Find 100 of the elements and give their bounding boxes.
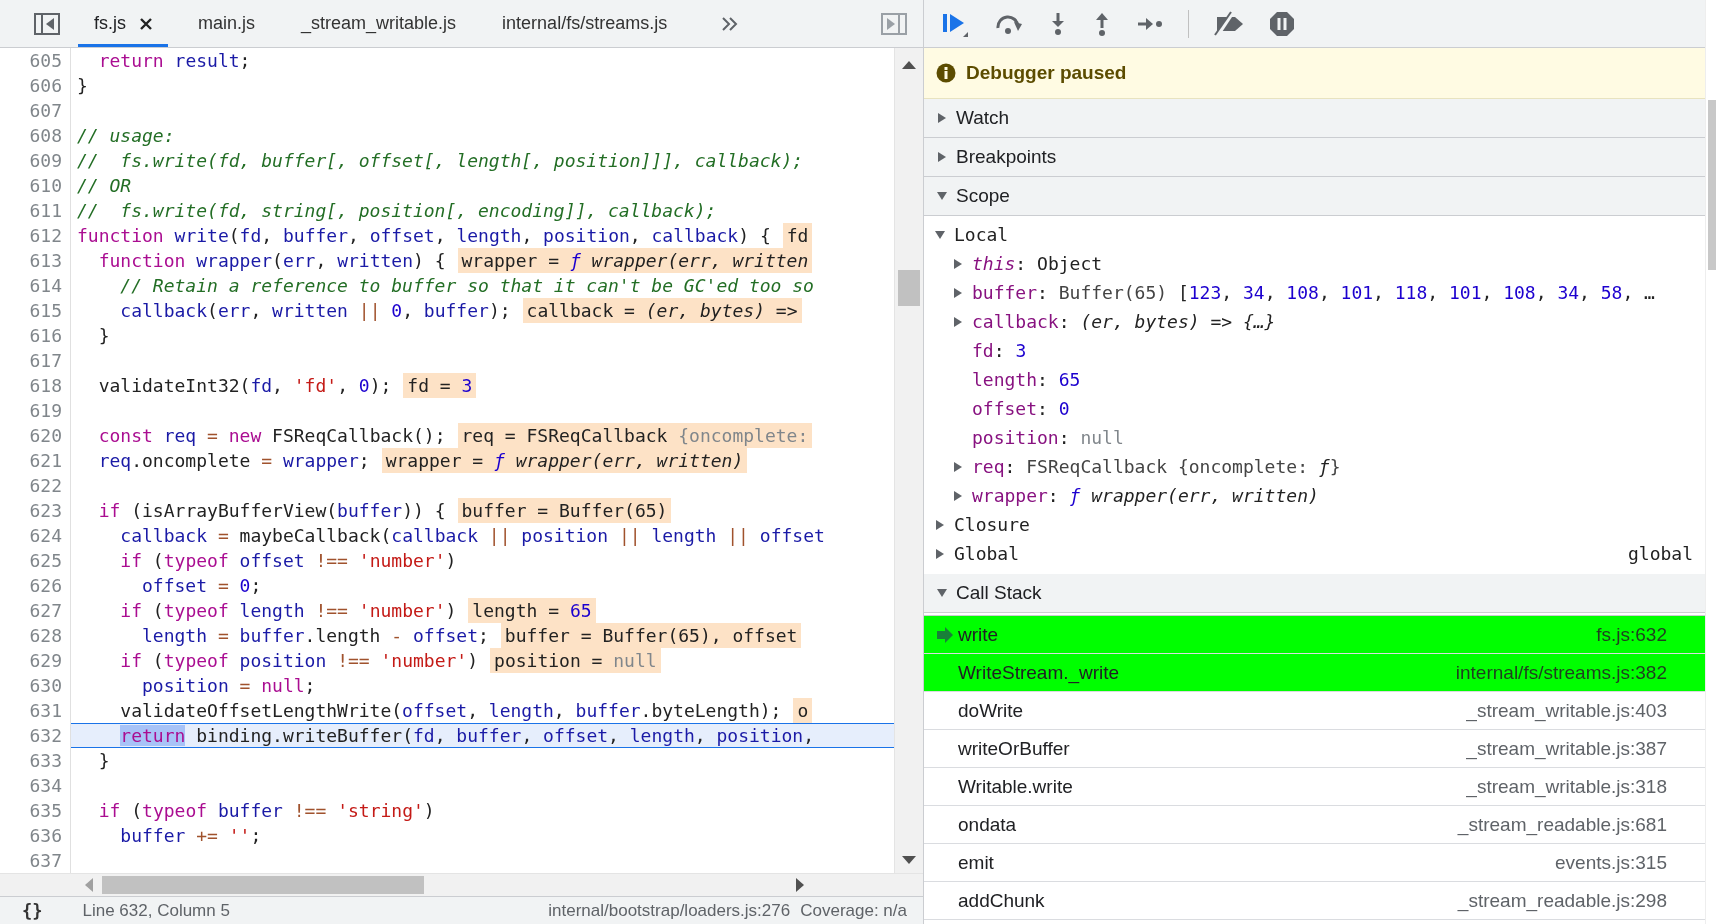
line-number: 608 (0, 123, 71, 148)
code-line: validateInt32(fd, 'fd', 0); (97, 374, 392, 398)
scope-variable[interactable]: wrapper: ƒ wrapper(err, written) (972, 485, 1319, 506)
scrollbar-thumb[interactable] (898, 270, 920, 306)
code-line: if (typeof position !== 'number') (119, 649, 479, 673)
scope-variable[interactable]: offset: 0 (972, 398, 1070, 419)
call-frame[interactable]: ondata _stream_readable.js:681 (924, 806, 1705, 844)
file-tab[interactable]: _stream_writable.js (285, 0, 473, 47)
line-number: 607 (0, 98, 71, 123)
scope-variable[interactable]: req: FSReqCallback {oncomplete: ƒ} (972, 456, 1341, 477)
line-number: 625 (0, 548, 71, 573)
inline-value: buffer = Buffer(65), offset (500, 623, 802, 648)
more-tabs-icon[interactable] (721, 15, 740, 32)
line-number: 620 (0, 423, 71, 448)
code-line: // Retain a reference to buffer so that it can't be GC'ed too so (119, 274, 814, 298)
expand-triangle-icon[interactable] (952, 315, 964, 328)
function-name: emit (958, 851, 994, 874)
inline-value: fd = 3 (403, 373, 477, 398)
line-number: 611 (0, 198, 71, 223)
scope-name[interactable]: Closure (954, 514, 1030, 535)
inline-value: position = null (490, 648, 661, 673)
call-frame[interactable]: WriteStream._write internal/fs/streams.js:382 (924, 654, 1705, 692)
frame-location: _stream_readable.js:681 (1457, 813, 1667, 836)
expand-triangle-icon[interactable] (934, 547, 946, 560)
sidebar-toggle-icon[interactable] (34, 12, 60, 35)
expand-triangle-icon[interactable] (936, 151, 948, 163)
call-frame[interactable]: write fs.js:632 (924, 616, 1705, 654)
line-number: 630 (0, 673, 71, 698)
line-number: 613 (0, 248, 71, 273)
line-number: 610 (0, 173, 71, 198)
scroll-right-icon[interactable] (795, 877, 805, 893)
code-line: offset = 0; (141, 574, 262, 598)
scope-variable[interactable]: length: 65 (972, 369, 1081, 390)
code-line: callback = maybeCallback(callback || position || length || offset (119, 524, 825, 548)
pause-on-exceptions-icon[interactable] (1269, 10, 1295, 37)
section-header[interactable]: Breakpoints (924, 138, 1705, 177)
line-number: 627 (0, 598, 71, 623)
code-line: if (typeof length !== 'number') (119, 599, 457, 623)
close-icon[interactable] (140, 17, 152, 30)
scope-variable[interactable]: position: null (972, 427, 1124, 448)
line-number: 618 (0, 373, 71, 398)
function-name: write (958, 623, 999, 646)
code-line: } (97, 749, 110, 773)
function-name: WriteStream._write (958, 661, 1120, 684)
scroll-down-icon[interactable] (901, 855, 917, 865)
file-tab[interactable]: main.js (182, 0, 272, 47)
line-number: 626 (0, 573, 71, 598)
scrollbar-thumb[interactable] (102, 876, 424, 894)
deactivate-breakpoints-icon[interactable] (1213, 10, 1245, 37)
scope-name[interactable]: Global (954, 543, 1020, 564)
line-number: 635 (0, 798, 71, 823)
scope-variable[interactable]: this: Object (972, 253, 1103, 274)
file-tab[interactable]: fs.js (78, 0, 168, 47)
call-frame[interactable]: writeOrBuffer _stream_writable.js:387 (924, 730, 1705, 768)
line-number: 624 (0, 523, 71, 548)
scope-name[interactable]: Local (954, 224, 1009, 245)
expand-triangle-icon[interactable] (952, 460, 964, 473)
scope-variable[interactable]: callback: (er, bytes) => {…} (972, 311, 1276, 332)
function-name: writeOrBuffer (958, 737, 1070, 760)
call-frame[interactable]: Writable.write _stream_writable.js:318 (924, 768, 1705, 806)
scrollbar-thumb[interactable] (1708, 100, 1716, 270)
section-header[interactable]: Call Stack (924, 574, 1705, 613)
code-line: callback(err, written || 0, buffer); (119, 299, 511, 323)
sidebar-toggle-icon[interactable] (881, 12, 907, 35)
code-line: req.oncomplete = wrapper; (97, 449, 370, 473)
expand-triangle-icon[interactable] (936, 112, 948, 124)
file-tab[interactable]: internal/fs/streams.js (486, 0, 684, 47)
expand-triangle-icon[interactable] (952, 257, 964, 270)
inline-value: fd (782, 223, 813, 248)
inline-value: wrapper = ƒ wrapper(err, written) (381, 448, 748, 473)
expand-triangle-icon[interactable] (952, 489, 964, 502)
source-location[interactable]: internal/bootstrap/loaders.js:276 (548, 900, 791, 921)
expand-triangle-icon[interactable] (934, 228, 946, 241)
section-header[interactable]: Watch (924, 99, 1705, 138)
expand-triangle-icon[interactable] (936, 587, 948, 599)
code-line: buffer += ''; (119, 824, 262, 848)
scope-variable[interactable]: buffer: Buffer(65) [123, 34, 108, 101, 118, 101, 108, 34, 58, … (972, 282, 1655, 303)
inline-value: length = 65 (468, 598, 596, 623)
pretty-print-button[interactable]: {} (22, 900, 43, 921)
scope-value: global (1627, 543, 1693, 564)
frame-location: fs.js:632 (1596, 623, 1667, 646)
expand-triangle-icon[interactable] (936, 190, 948, 202)
code-line: function write(fd, buffer, offset, length, position, callback) { (77, 224, 771, 248)
scroll-up-icon[interactable] (901, 60, 917, 70)
inline-value: callback = (er, bytes) => (522, 298, 802, 323)
expand-triangle-icon[interactable] (952, 286, 964, 299)
call-frame[interactable]: doWrite _stream_writable.js:403 (924, 692, 1705, 730)
expand-triangle-icon[interactable] (934, 518, 946, 531)
paused-message: Debugger paused (966, 62, 1127, 84)
scope-variable[interactable]: fd: 3 (972, 340, 1027, 361)
function-name: doWrite (958, 699, 1024, 722)
code-line: position = null; (141, 674, 316, 698)
call-frame[interactable]: addChunk _stream_readable.js:298 (924, 882, 1705, 920)
line-number: 629 (0, 648, 71, 673)
call-frame[interactable]: emit events.js:315 (924, 844, 1705, 882)
line-number: 631 (0, 698, 71, 723)
code-line: // fs.write(fd, buffer[, offset[, length[, position]]], callback); (77, 149, 804, 173)
section-header[interactable]: Scope (924, 177, 1705, 216)
line-number: 614 (0, 273, 71, 298)
line-number: 609 (0, 148, 71, 173)
